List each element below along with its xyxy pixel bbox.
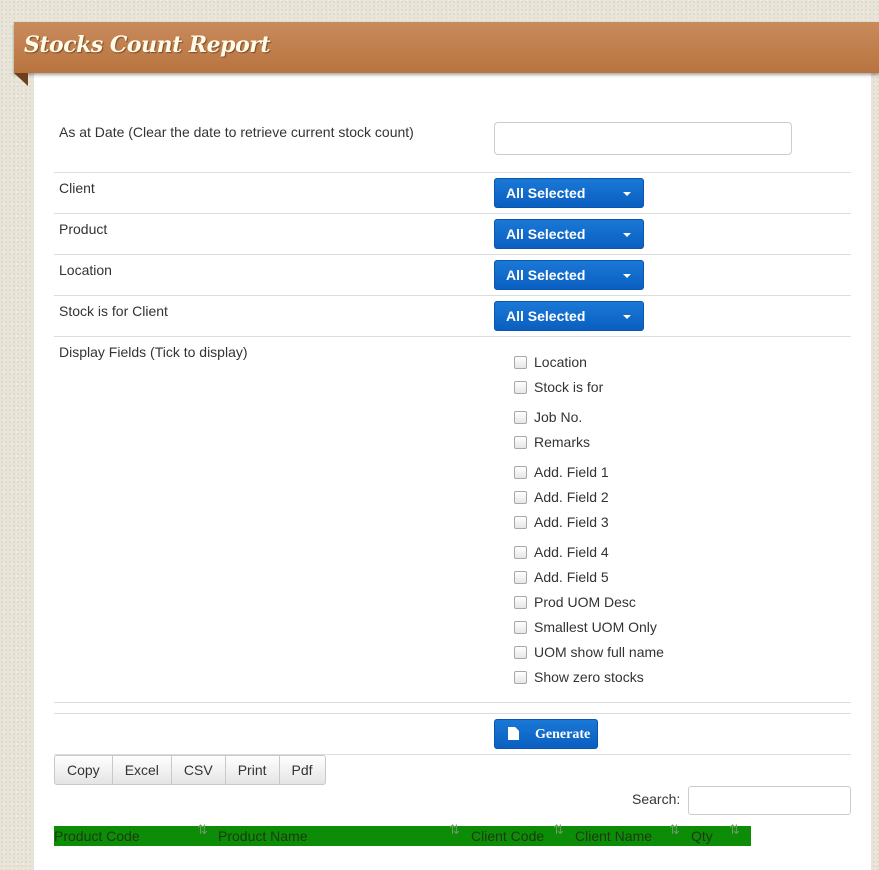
checkbox[interactable]: [514, 671, 527, 684]
checkbox[interactable]: [514, 621, 527, 634]
checkbox-label: Location: [534, 354, 587, 370]
caret-down-icon: [623, 192, 631, 196]
header-ribbon-fold: [14, 73, 28, 86]
csv-button[interactable]: CSV: [170, 755, 226, 785]
checkbox-label: Add. Field 4: [534, 544, 609, 560]
copy-button[interactable]: Copy: [54, 755, 113, 785]
checkbox[interactable]: [514, 356, 527, 369]
sort-icon: ⇅: [553, 822, 564, 837]
checkbox[interactable]: [514, 546, 527, 559]
checkbox[interactable]: [514, 436, 527, 449]
product-multiselect-value: All Selected: [506, 226, 586, 242]
checkbox[interactable]: [514, 596, 527, 609]
checkbox[interactable]: [514, 381, 527, 394]
client-multiselect[interactable]: All Selected: [494, 178, 644, 208]
divider: [54, 295, 851, 296]
checkbox[interactable]: [514, 646, 527, 659]
excel-button[interactable]: Excel: [111, 755, 172, 785]
search-label: Search:: [632, 791, 681, 807]
page-title: Stocks Count Report: [24, 32, 271, 58]
checkbox-label: Remarks: [534, 434, 591, 450]
generate-button-label: Generate: [535, 727, 591, 742]
export-button-group: Copy Excel CSV Print Pdf: [54, 755, 326, 785]
caret-down-icon: [623, 315, 631, 319]
checkbox-label: Add. Field 2: [534, 489, 609, 505]
client-multiselect-value: All Selected: [506, 185, 586, 201]
column-header-client-name[interactable]: Client Name: [575, 828, 652, 844]
pdf-button[interactable]: Pdf: [278, 755, 326, 785]
checkbox[interactable]: [514, 571, 527, 584]
divider: [54, 713, 851, 714]
divider: [54, 336, 851, 337]
as-at-date-input[interactable]: [494, 122, 792, 155]
print-button[interactable]: Print: [224, 755, 280, 785]
checkbox-label: Job No.: [534, 409, 583, 425]
sort-icon: ⇅: [669, 822, 680, 837]
checkbox[interactable]: [514, 466, 527, 479]
product-label: Product: [59, 221, 108, 237]
table-header-row: Product Code ⇅ Product Name ⇅ Client Cod…: [54, 822, 751, 846]
checkbox-label: Prod UOM Desc: [534, 594, 636, 610]
location-multiselect[interactable]: All Selected: [494, 260, 644, 290]
page-header: Stocks Count Report: [14, 22, 879, 73]
caret-down-icon: [623, 233, 631, 237]
divider: [54, 702, 851, 703]
divider: [54, 254, 851, 255]
product-multiselect[interactable]: All Selected: [494, 219, 644, 249]
location-label: Location: [59, 262, 112, 278]
checkbox-label: Show zero stocks: [534, 669, 644, 685]
divider: [54, 172, 851, 173]
checkbox-label: Add. Field 1: [534, 464, 609, 480]
checkbox-label: Add. Field 3: [534, 514, 609, 530]
content-panel: [34, 70, 871, 870]
stock-for-client-multiselect-value: All Selected: [506, 308, 586, 324]
checkbox[interactable]: [514, 491, 527, 504]
search-input[interactable]: [688, 786, 851, 815]
checkbox-label: Stock is for: [534, 379, 604, 395]
checkbox-label: Smallest UOM Only: [534, 619, 657, 635]
display-fields-label: Display Fields (Tick to display): [59, 344, 248, 360]
divider: [54, 213, 851, 214]
checkbox[interactable]: [514, 516, 527, 529]
stock-for-client-label: Stock is for Client: [59, 303, 168, 319]
sort-icon: ⇅: [449, 822, 460, 837]
stock-for-client-multiselect[interactable]: All Selected: [494, 301, 644, 331]
generate-button[interactable]: Generate: [494, 719, 598, 749]
column-header-product-name[interactable]: Product Name: [218, 828, 307, 844]
sort-icon: ⇅: [197, 822, 208, 837]
checkbox[interactable]: [514, 411, 527, 424]
checkbox-label: UOM show full name: [534, 644, 664, 660]
column-header-qty[interactable]: Qty: [691, 828, 713, 844]
column-header-client-code[interactable]: Client Code: [471, 828, 544, 844]
as-at-date-label: As at Date (Clear the date to retrieve c…: [59, 124, 414, 140]
location-multiselect-value: All Selected: [506, 267, 586, 283]
caret-down-icon: [623, 274, 631, 278]
checkbox-label: Add. Field 5: [534, 569, 609, 585]
client-label: Client: [59, 180, 95, 196]
column-header-product-code[interactable]: Product Code: [54, 828, 140, 844]
document-icon: [508, 727, 519, 740]
sort-icon: ⇅: [729, 822, 740, 837]
